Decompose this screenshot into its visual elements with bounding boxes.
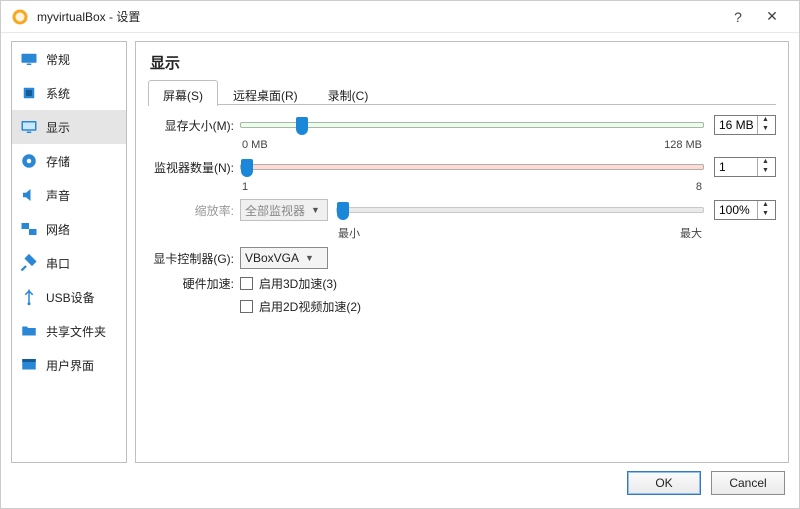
video-memory-min-tick: 0 MB	[242, 139, 268, 151]
hw-accel-label: 硬件加速:	[148, 275, 240, 292]
tab-remote[interactable]: 远程桌面(R)	[218, 80, 313, 106]
sidebar-item-label: 串口	[46, 255, 70, 272]
scale-factor-label: 缩放率:	[148, 202, 240, 219]
sidebar-item-serial[interactable]: 串口	[12, 246, 126, 280]
ui-icon	[20, 356, 38, 374]
page-title: 显示	[148, 48, 776, 79]
sidebar-item-label: 声音	[46, 187, 70, 204]
monitor-count-value[interactable]	[715, 160, 757, 174]
sidebar-item-label: 共享文件夹	[46, 323, 106, 340]
display-icon	[20, 50, 38, 68]
sidebar-item-label: 网络	[46, 221, 70, 238]
monitor-count-max-tick: 8	[696, 181, 702, 193]
video-memory-label: 显存大小(M):	[148, 117, 240, 134]
video-memory-max-tick: 128 MB	[664, 139, 702, 151]
sidebar-item-display[interactable]: 显示	[12, 110, 126, 144]
titlebar: myvirtualBox - 设置 ? ✕	[1, 1, 799, 33]
chevron-down-icon: ▼	[305, 253, 314, 263]
monitor-count-slider[interactable]	[240, 158, 704, 176]
app-icon	[11, 8, 29, 26]
spin-arrows-icon[interactable]: ▲▼	[757, 158, 773, 176]
monitor-count-spinbox[interactable]: ▲▼	[714, 157, 776, 177]
checkbox-2d[interactable]	[240, 300, 253, 313]
spin-arrows-icon[interactable]: ▲▼	[757, 116, 773, 134]
sidebar-item-label: 存储	[46, 153, 70, 170]
tab-recording[interactable]: 录制(C)	[313, 80, 384, 106]
scale-factor-slider[interactable]	[336, 201, 704, 219]
sidebar-item-label: USB设备	[46, 289, 95, 306]
close-button[interactable]: ✕	[755, 6, 789, 28]
sidebar: 常规 系统 显示 存储 声音 网络 串口 USB设备	[11, 41, 127, 463]
sidebar-item-general[interactable]: 常规	[12, 42, 126, 76]
scale-monitor-select[interactable]: 全部监视器 ▼	[240, 199, 328, 221]
monitor-count-min-tick: 1	[242, 181, 248, 193]
network-icon	[20, 220, 38, 238]
chevron-down-icon: ▼	[311, 205, 320, 215]
sidebar-item-label: 用户界面	[46, 357, 94, 374]
content-panel: 显示 屏幕(S) 远程桌面(R) 录制(C) 显存大小(M): ▲▼	[135, 41, 789, 463]
sidebar-item-label: 显示	[46, 119, 70, 136]
help-button[interactable]: ?	[721, 6, 755, 28]
checkbox-3d[interactable]	[240, 277, 253, 290]
tab-bar: 屏幕(S) 远程桌面(R) 录制(C)	[148, 79, 776, 105]
plug-icon	[20, 254, 38, 272]
sidebar-item-usb[interactable]: USB设备	[12, 280, 126, 314]
enable-2d-row[interactable]: 启用2D视频加速(2)	[240, 298, 361, 315]
scale-factor-spinbox[interactable]: ▲▼	[714, 200, 776, 220]
sidebar-item-audio[interactable]: 声音	[12, 178, 126, 212]
speaker-icon	[20, 186, 38, 204]
enable-3d-row[interactable]: 启用3D加速(3)	[240, 275, 337, 292]
usb-icon	[20, 288, 38, 306]
sidebar-item-shared-folders[interactable]: 共享文件夹	[12, 314, 126, 348]
gfx-controller-select[interactable]: VBoxVGA ▼	[240, 247, 328, 269]
scale-factor-value[interactable]	[715, 203, 757, 217]
scale-max-tick: 最大	[680, 225, 702, 241]
sidebar-item-label: 系统	[46, 85, 70, 102]
dialog-footer: OK Cancel	[1, 463, 799, 495]
video-memory-spinbox[interactable]: ▲▼	[714, 115, 776, 135]
sidebar-item-network[interactable]: 网络	[12, 212, 126, 246]
sidebar-item-ui[interactable]: 用户界面	[12, 348, 126, 382]
sidebar-item-label: 常规	[46, 51, 70, 68]
monitor-icon	[20, 118, 38, 136]
scale-min-tick: 最小	[338, 225, 360, 241]
monitor-count-label: 监视器数量(N):	[148, 159, 240, 176]
tab-screen[interactable]: 屏幕(S)	[148, 80, 218, 106]
chip-icon	[20, 84, 38, 102]
sidebar-item-system[interactable]: 系统	[12, 76, 126, 110]
video-memory-value[interactable]	[715, 118, 757, 132]
sidebar-item-storage[interactable]: 存储	[12, 144, 126, 178]
enable-3d-label: 启用3D加速(3)	[259, 275, 337, 292]
enable-2d-label: 启用2D视频加速(2)	[259, 298, 361, 315]
window-title: myvirtualBox - 设置	[37, 8, 140, 25]
video-memory-slider[interactable]	[240, 116, 704, 134]
ok-button[interactable]: OK	[627, 471, 701, 495]
cancel-button[interactable]: Cancel	[711, 471, 785, 495]
disk-icon	[20, 152, 38, 170]
spin-arrows-icon[interactable]: ▲▼	[757, 201, 773, 219]
folder-icon	[20, 322, 38, 340]
gfx-controller-label: 显卡控制器(G):	[148, 250, 240, 267]
